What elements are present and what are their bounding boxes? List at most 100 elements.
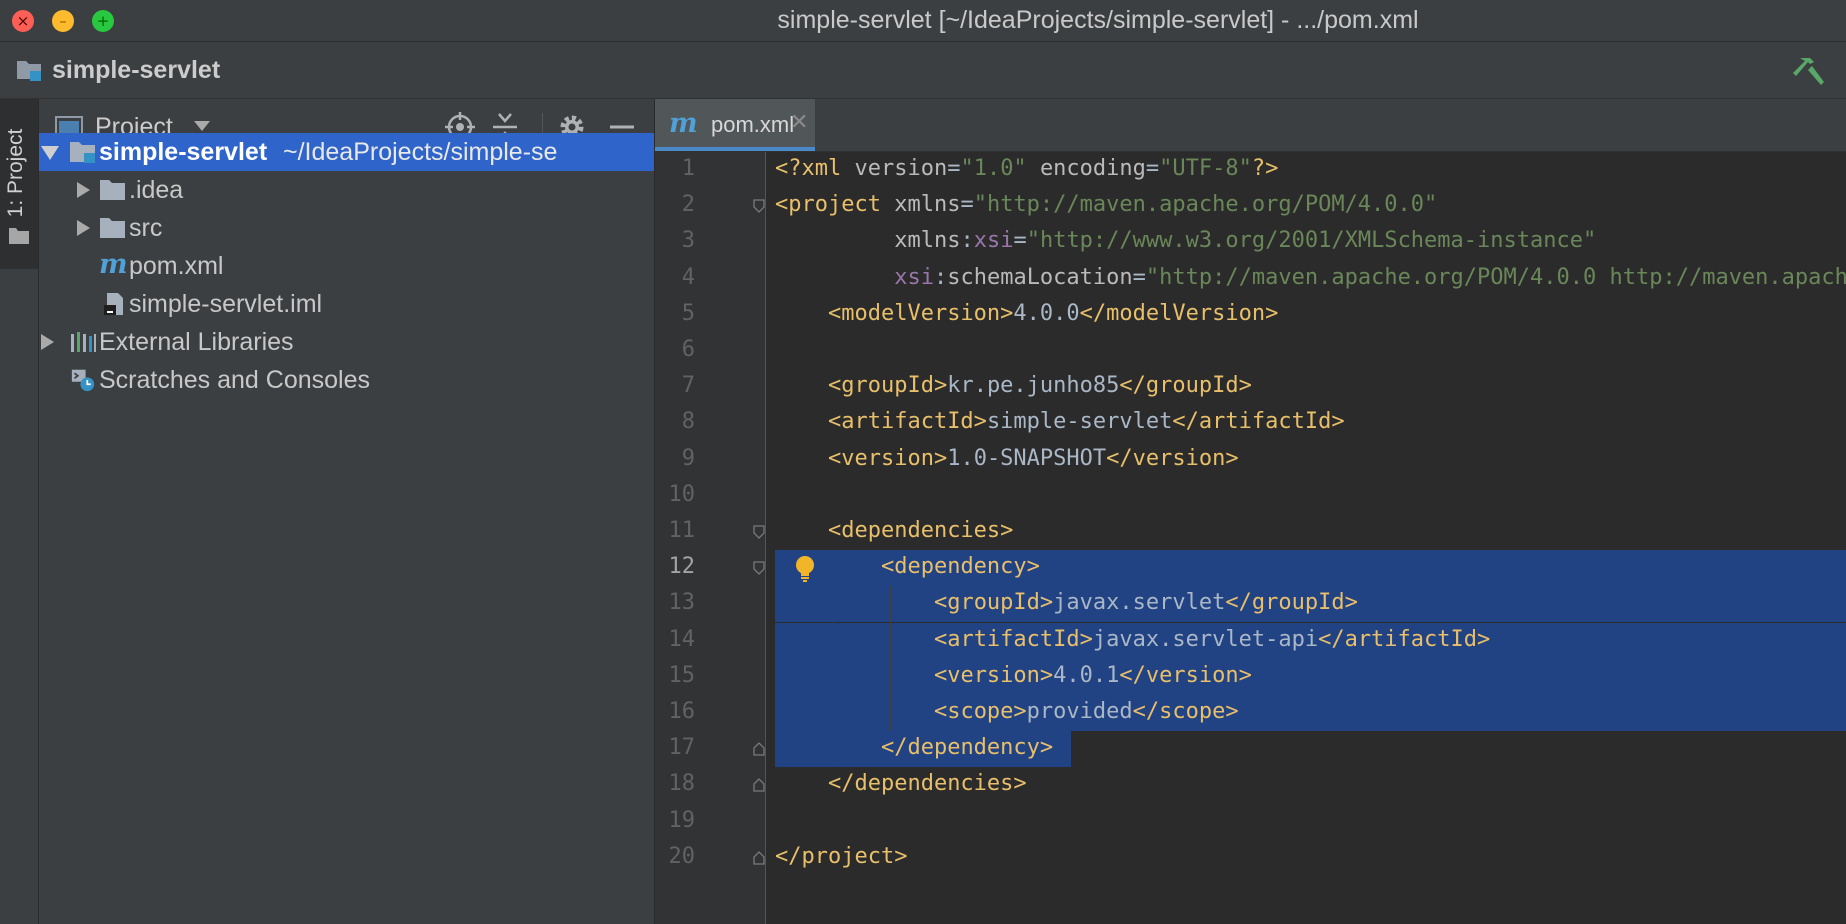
line-number: 19	[668, 807, 696, 833]
expand-arrow-icon[interactable]	[41, 146, 59, 160]
chevron-down-icon[interactable]	[194, 121, 210, 131]
tree-item-label: External Libraries	[99, 328, 294, 356]
tree-item-label: simple-servlet.iml	[129, 290, 323, 318]
line-number: 4	[681, 264, 695, 290]
line-number: 11	[668, 518, 696, 543]
tree-root-path: ~/IdeaProjects/simple-se	[283, 138, 558, 166]
project-tool-tab[interactable]: 1: Project	[0, 99, 38, 269]
line-number: 12	[668, 554, 696, 580]
tree-root-label: simple-servlet	[99, 138, 268, 166]
code-text: <artifactId>simple-servlet</artifactId>	[827, 409, 1345, 435]
expand-arrow-icon[interactable]	[77, 182, 90, 198]
code-text: <dependencies>	[827, 518, 1014, 543]
code-line[interactable]: 9 <version>1.0-SNAPSHOT</version>	[655, 442, 1846, 478]
code-text: xsi:schemaLocation="http://maven.apache.…	[894, 264, 1846, 290]
tree-item-iml[interactable]: simple-servlet.iml	[39, 285, 654, 323]
fold-marker-icon[interactable]	[753, 525, 765, 539]
fold-marker-icon[interactable]	[753, 742, 765, 756]
line-number: 1	[681, 156, 695, 181]
code-line[interactable]: 10	[655, 478, 1846, 514]
scratches-icon	[71, 369, 95, 392]
line-number: 15	[668, 662, 696, 688]
code-line[interactable]: 4 xsi:schemaLocation="http://maven.apach…	[655, 261, 1846, 297]
code-line[interactable]: 6	[655, 333, 1846, 369]
expand-arrow-icon[interactable]	[77, 220, 90, 236]
code-text: <groupId>javax.servlet</groupId>	[933, 590, 1358, 616]
hammer-icon[interactable]	[1792, 52, 1828, 88]
maven-icon: m	[669, 108, 698, 139]
code-line[interactable]: 8 <artifactId>simple-servlet</artifactId…	[655, 405, 1846, 441]
tab-pom-xml[interactable]: m pom.xml ✕	[655, 99, 815, 151]
line-number: 5	[681, 300, 695, 326]
editor-tab-bar: m pom.xml ✕	[655, 99, 1846, 152]
expand-arrow-icon[interactable]	[41, 334, 54, 350]
code-text: <scope>provided</scope>	[933, 699, 1239, 724]
tab-label: pom.xml	[711, 112, 795, 137]
code-text: <dependency>	[880, 554, 1040, 580]
code-line[interactable]: 18 </dependencies>	[655, 767, 1846, 803]
line-number: 17	[668, 735, 696, 761]
library-icon	[71, 332, 96, 352]
project-folder-icon	[17, 61, 41, 81]
project-folder-icon	[70, 142, 95, 163]
tree-item-label: src	[129, 214, 163, 242]
code-line[interactable]: 20 </project>	[655, 840, 1846, 876]
code-line[interactable]: 7 <groupId>kr.pe.junho85</groupId>	[655, 369, 1846, 405]
code-line[interactable]: 2 <project xmlns="http://maven.apache.org…	[655, 188, 1846, 224]
tree-item-external-libraries[interactable]: External Libraries	[39, 323, 654, 361]
code-text: <version>4.0.1</version>	[933, 662, 1252, 688]
code-text: <groupId>kr.pe.junho85</groupId>	[827, 373, 1252, 399]
code-text: <modelVersion>4.0.0</modelVersion>	[827, 300, 1279, 326]
code-line[interactable]: 3 xmlns:xsi="http://www.w3.org/2001/XMLS…	[655, 224, 1846, 260]
folder-icon	[100, 180, 125, 200]
indent-guide	[890, 586, 891, 732]
line-number: 13	[668, 590, 696, 616]
breadcrumb-project[interactable]: simple-servlet	[52, 56, 220, 85]
folder-icon	[9, 228, 29, 244]
tree-item-label: .idea	[129, 176, 184, 204]
tree-item-label: Scratches and Consoles	[99, 366, 370, 394]
code-line[interactable]: 5 <modelVersion>4.0.0</modelVersion>	[655, 297, 1846, 333]
fold-marker-icon[interactable]	[753, 199, 765, 214]
tree-item-idea[interactable]: .idea	[39, 171, 654, 209]
fold-marker-icon[interactable]	[753, 778, 765, 793]
line-number: 3	[681, 228, 695, 254]
line-number: 18	[668, 771, 696, 797]
fold-marker-icon[interactable]	[753, 561, 765, 576]
line-number: 20	[668, 843, 696, 869]
line-number: 10	[668, 481, 696, 507]
code-text: </dependencies>	[827, 771, 1027, 797]
code-text: xmlns:xsi="http://www.w3.org/2001/XMLSch…	[894, 228, 1597, 254]
maven-icon: m	[99, 249, 128, 280]
project-panel: Project simple-servlet ~/IdeaProjects/si…	[39, 99, 655, 924]
editor: m pom.xml ✕ 1 <?xml version="1.0" encodin…	[655, 99, 1846, 924]
tool-window-stripe: 1: Project	[0, 99, 39, 924]
line-number: 14	[668, 626, 696, 652]
code-text: <project xmlns="http://maven.apache.org/…	[775, 192, 1438, 218]
code-line[interactable]: 11 <dependencies>	[655, 514, 1846, 550]
line-number: 9	[681, 445, 695, 471]
code-text: </dependency>	[880, 735, 1054, 761]
fold-marker-icon[interactable]	[753, 850, 765, 865]
line-number: 2	[681, 192, 695, 218]
line-number: 16	[668, 699, 696, 724]
tree-item-pom[interactable]: m pom.xml	[39, 247, 654, 285]
code-text: </project>	[775, 843, 908, 869]
tree-root-simple-servlet[interactable]: simple-servlet ~/IdeaProjects/simple-se	[39, 133, 654, 171]
tree-item-scratches[interactable]: Scratches and Consoles	[39, 361, 654, 399]
tree-item-label: pom.xml	[129, 252, 224, 280]
code-text: <artifactId>javax.servlet-api</artifactI…	[933, 626, 1491, 652]
navigation-bar: simple-servlet	[0, 42, 1846, 99]
folder-icon	[100, 218, 125, 238]
line-number: 8	[681, 409, 695, 435]
code-area[interactable]: 1 <?xml version="1.0" encoding="UTF-8"?> 2…	[655, 152, 1846, 924]
line-number: 6	[681, 337, 695, 362]
tree-item-src[interactable]: src	[39, 209, 654, 247]
indent-guide	[833, 550, 834, 768]
module-file-icon	[104, 293, 123, 315]
close-tab-icon[interactable]: ✕	[790, 110, 808, 135]
code-line[interactable]: 19	[655, 804, 1846, 840]
code-line[interactable]: 1 <?xml version="1.0" encoding="UTF-8"?>	[655, 152, 1846, 188]
title-bar: × – + simple-servlet [~/IdeaProjects/sim…	[0, 0, 1846, 42]
line-number: 7	[681, 373, 695, 399]
